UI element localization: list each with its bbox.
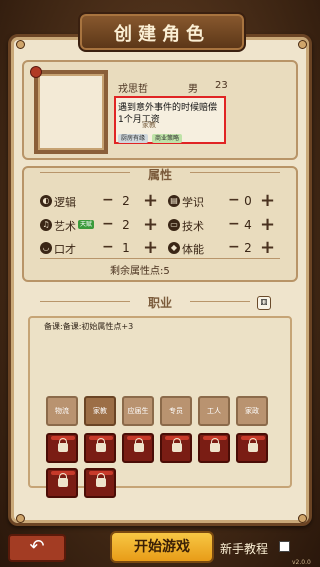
nail-icon [298, 514, 307, 523]
job-logistics[interactable]: 物流 [46, 396, 78, 426]
back-arrow-icon: ↶ [29, 536, 45, 557]
divider [40, 258, 280, 259]
divider [40, 172, 130, 173]
decrease-fitness-button[interactable]: − [228, 239, 240, 255]
fitness-icon: ◆ [168, 242, 180, 254]
decrease-eloquence-button[interactable]: − [102, 239, 114, 255]
lock-icon [134, 438, 144, 452]
pin-icon [30, 66, 42, 78]
screen-title: 创建角色 [114, 24, 210, 45]
locked-job[interactable] [46, 433, 78, 463]
character-age: 23 [215, 80, 228, 91]
decrease-knowledge-button[interactable]: − [228, 192, 240, 208]
stat-label-fitness: 体能 [182, 243, 204, 256]
lock-icon [210, 438, 220, 452]
stat-label-tech: 技术 [182, 220, 204, 233]
lock-icon [58, 438, 68, 452]
divider [40, 301, 130, 302]
back-button[interactable]: ↶ [8, 534, 66, 562]
book-icon: ▤ [168, 195, 180, 207]
stat-value-eloquence: 1 [122, 241, 130, 255]
stat-value-tech: 4 [244, 218, 252, 232]
career-title: 职业 [147, 296, 172, 310]
increase-art-button[interactable]: + [143, 216, 158, 234]
locked-job[interactable] [160, 433, 192, 463]
logic-icon: ◐ [40, 195, 52, 207]
lock-icon [248, 438, 258, 452]
stat-value-art: 2 [122, 218, 130, 232]
locked-job[interactable] [236, 433, 268, 463]
increase-logic-button[interactable]: + [143, 192, 158, 210]
divider [190, 172, 280, 173]
stat-value-logic: 2 [122, 194, 130, 208]
stat-value-knowledge: 0 [244, 194, 252, 208]
stat-label-knowledge: 学识 [182, 196, 204, 209]
increase-knowledge-button[interactable]: + [260, 192, 275, 210]
lock-icon [96, 438, 106, 452]
job-housekeeping[interactable]: 家政 [236, 396, 268, 426]
tutorial-checkbox[interactable] [279, 541, 290, 552]
computer-icon: ▭ [168, 219, 180, 231]
increase-eloquence-button[interactable]: + [143, 239, 158, 257]
increase-fitness-button[interactable]: + [260, 239, 275, 257]
locked-job[interactable] [46, 468, 78, 498]
remaining-points: 剩余属性点:5 [110, 266, 170, 277]
lock-icon [58, 473, 68, 487]
nail-icon [16, 40, 25, 49]
decrease-logic-button[interactable]: − [102, 192, 114, 208]
trait-tag: 商业策略 [152, 134, 183, 143]
locked-job[interactable] [84, 433, 116, 463]
title-plate: 创建角色 [78, 12, 246, 52]
divider [190, 301, 250, 302]
nail-icon [298, 40, 307, 49]
character-portrait [34, 70, 108, 154]
stat-value-fitness: 2 [244, 241, 252, 255]
locked-job[interactable] [198, 433, 230, 463]
trait-tag: 厨房有缘 [118, 134, 149, 143]
lock-icon [96, 473, 106, 487]
stat-label-art: 艺术 [54, 220, 76, 233]
job-worker[interactable]: 工人 [198, 396, 230, 426]
dice-icon[interactable]: ⚅ [257, 296, 271, 310]
job-specialist[interactable]: 专员 [160, 396, 192, 426]
stat-label-eloquence: 口才 [54, 243, 76, 256]
mouth-icon: ◡ [40, 242, 52, 254]
locked-job[interactable] [84, 468, 116, 498]
lock-icon [172, 438, 182, 452]
version-label: v2.0.0 [292, 559, 311, 566]
locked-job[interactable] [122, 433, 154, 463]
trait-line: 家教 [142, 121, 156, 129]
decrease-art-button[interactable]: − [102, 216, 114, 232]
tutorial-label: 新手教程 [220, 542, 269, 556]
nail-icon [16, 514, 25, 523]
talent-badge: 天赋 [78, 220, 95, 229]
character-name: 戎思哲 [118, 84, 148, 95]
decrease-tech-button[interactable]: − [228, 216, 240, 232]
increase-tech-button[interactable]: + [260, 216, 275, 234]
music-icon: ♫ [40, 219, 52, 231]
character-gender: 男 [188, 84, 198, 95]
stat-label-logic: 逻辑 [54, 196, 76, 209]
start-game-button[interactable]: 开始游戏 [110, 531, 214, 563]
career-description: 备课:备课:初始属性点+3 [44, 322, 134, 331]
job-graduate[interactable]: 应届生 [122, 396, 154, 426]
attributes-title: 属性 [147, 168, 172, 182]
job-tutor[interactable]: 家教 [84, 396, 116, 426]
